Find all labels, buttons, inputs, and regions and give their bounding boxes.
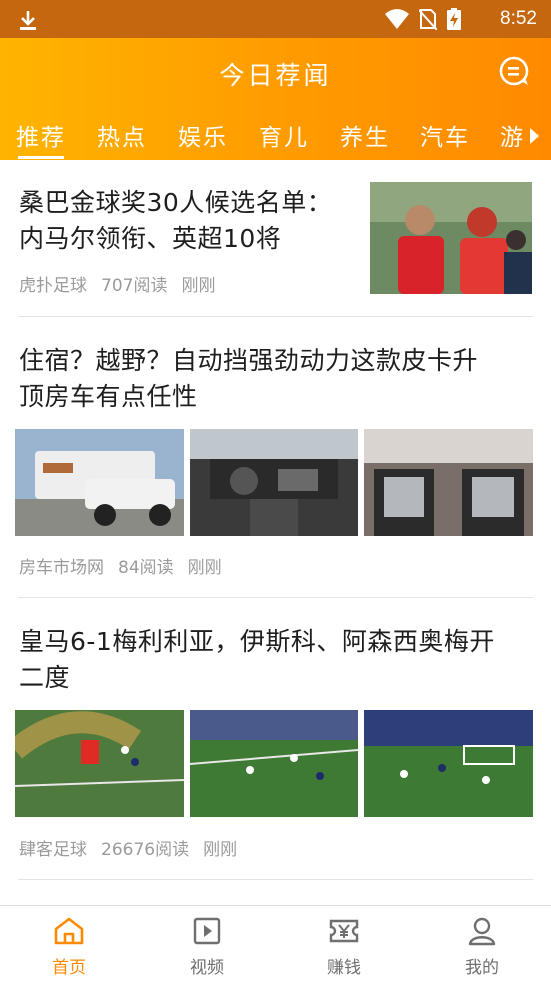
- nav-video-label: 视频: [190, 958, 224, 978]
- nav-profile-label: 我的: [465, 958, 499, 978]
- message-icon[interactable]: [497, 54, 531, 88]
- nav-video[interactable]: 视频: [138, 906, 276, 981]
- status-time: 8:52: [500, 8, 537, 29]
- article-title: 桑巴金球奖30人候选名单： 内马尔领衔、英超10将: [19, 188, 333, 253]
- nav-profile[interactable]: 我的: [413, 906, 551, 981]
- wifi-icon: [385, 9, 409, 29]
- article-source: 肆客足球: [19, 840, 87, 860]
- article-thumbnail: [15, 429, 184, 536]
- nav-home-label: 首页: [52, 958, 86, 978]
- tab-health[interactable]: 养生: [340, 118, 390, 158]
- nav-earn-label: 赚钱: [327, 958, 361, 978]
- profile-icon: [468, 917, 496, 946]
- tab-cars[interactable]: 汽车: [420, 118, 470, 158]
- video-icon: [193, 917, 221, 945]
- article-time: 刚刚: [181, 276, 216, 296]
- article-time: 刚刚: [203, 840, 238, 860]
- app-header: 今日荐闻 推荐 热点 娱乐 育儿 养生 汽车 游: [0, 38, 551, 160]
- tab-recommend[interactable]: 推荐: [16, 118, 66, 159]
- news-feed[interactable]: 桑巴金球奖30人候选名单： 内马尔领衔、英超10将 虎扑足球 707阅读 刚刚: [0, 160, 551, 905]
- article-source: 房车市场网: [19, 558, 104, 578]
- list-item[interactable]: 桑巴金球奖30人候选名单： 内马尔领衔、英超10将 虎扑足球 707阅读 刚刚: [0, 160, 551, 318]
- article-thumbnail: [15, 710, 184, 817]
- tab-parenting[interactable]: 育儿: [259, 118, 309, 158]
- article-reads: 84阅读: [118, 558, 174, 578]
- tab-hot[interactable]: 热点: [97, 118, 147, 158]
- bottom-nav: 首页 视频 赚钱 我的: [0, 905, 551, 981]
- download-icon: [20, 11, 36, 30]
- status-bar: 8:52: [0, 0, 551, 38]
- tab-entertainment[interactable]: 娱乐: [178, 118, 228, 158]
- money-ticket-icon: [329, 919, 359, 943]
- nav-home[interactable]: 首页: [0, 906, 138, 981]
- article-thumbnail: [370, 182, 532, 294]
- battery-charging-icon: [447, 8, 461, 30]
- article-title: 皇马6-1梅利利亚，伊斯科、阿森西奥梅开 二度: [19, 627, 495, 692]
- category-tabs: 推荐 热点 娱乐 育儿 养生 汽车 游: [0, 112, 551, 160]
- article-meta: 虎扑足球 707阅读 刚刚: [19, 271, 215, 296]
- article-time: 刚刚: [187, 558, 222, 578]
- article-thumbnail: [190, 429, 358, 536]
- article-thumbnail: [190, 710, 358, 817]
- tab-travel[interactable]: 游: [500, 118, 524, 158]
- article-meta: 肆客足球 26676阅读 刚刚: [19, 835, 237, 860]
- article-reads: 707阅读: [101, 276, 168, 296]
- no-sim-icon: [419, 9, 437, 30]
- article-thumbnail: [364, 710, 533, 817]
- home-icon: [54, 917, 84, 945]
- list-item[interactable]: 住宿？越野？自动挡强劲动力这款皮卡升 顶房车有点任性 房车市场网 84阅读 刚刚: [0, 318, 551, 598]
- nav-earn[interactable]: 赚钱: [275, 906, 413, 981]
- article-reads: 26676阅读: [101, 840, 190, 860]
- list-item[interactable]: 皇马6-1梅利利亚，伊斯科、阿森西奥梅开 二度 肆客足球 26676阅读 刚刚: [0, 598, 551, 880]
- article-source: 虎扑足球: [19, 276, 87, 296]
- app-title: 今日荐闻: [219, 61, 332, 90]
- article-thumbnail: [364, 429, 533, 536]
- article-title: 住宿？越野？自动挡强劲动力这款皮卡升 顶房车有点任性: [19, 346, 479, 411]
- article-meta: 房车市场网 84阅读 刚刚: [19, 553, 222, 578]
- tabs-more-arrow-icon[interactable]: [530, 128, 539, 144]
